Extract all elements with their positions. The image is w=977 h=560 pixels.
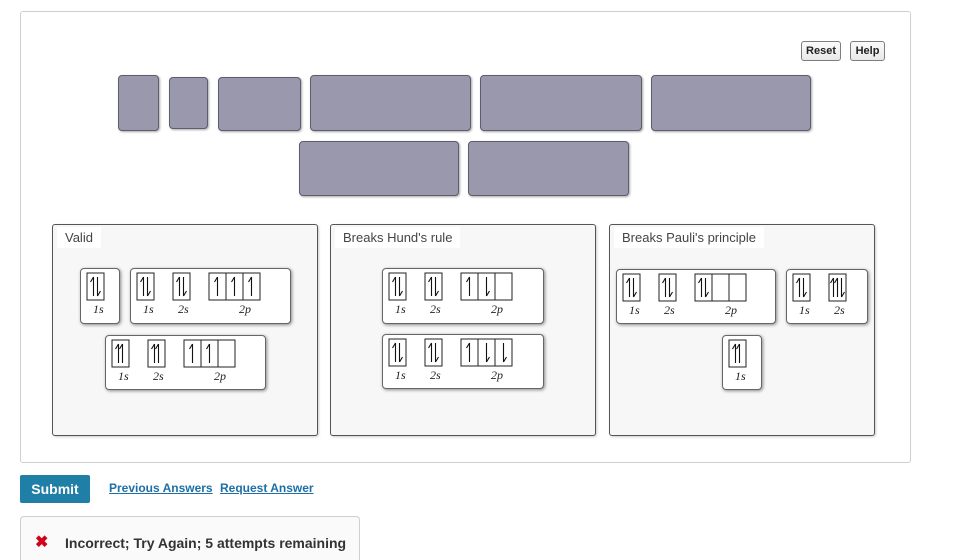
- feedback-message: Incorrect; Try Again; 5 attempts remaini…: [65, 535, 347, 551]
- config-card[interactable]: 1s 2s 2p: [130, 268, 291, 324]
- request-answer-link[interactable]: Request Answer: [220, 481, 314, 495]
- orbital-label-1s: 1s: [93, 302, 104, 316]
- bin-label: Valid: [57, 227, 101, 248]
- reset-button[interactable]: Reset: [801, 41, 841, 61]
- orbital-diagram: [388, 338, 513, 367]
- config-card[interactable]: 1s 2s 2p: [382, 334, 544, 389]
- orbital-label-2p: 2p: [214, 369, 226, 383]
- config-card[interactable]: 1s 2s 2p: [382, 268, 544, 324]
- orbital-label-1s: 1s: [395, 302, 406, 316]
- orbital-label-1s: 1s: [118, 369, 129, 383]
- orbital-label-2s: 2s: [178, 302, 189, 316]
- answer-slot-3[interactable]: [218, 77, 301, 131]
- incorrect-x-icon: ✖: [35, 534, 49, 551]
- orbital-diagram: [111, 339, 236, 368]
- orbital-label-1s: 1s: [395, 368, 406, 382]
- orbital-label-2p: 2p: [239, 302, 251, 316]
- orbital-label-1s: 1s: [143, 302, 154, 316]
- orbital-diagram: [622, 273, 747, 302]
- orbital-label-1s: 1s: [735, 369, 746, 383]
- orbital-label-2s: 2s: [153, 369, 164, 383]
- answer-slot-1[interactable]: [118, 75, 159, 131]
- orbital-label-2s: 2s: [430, 368, 441, 382]
- config-card[interactable]: 1s: [722, 335, 762, 390]
- answer-slot-4[interactable]: [310, 75, 471, 131]
- orbital-label-2s: 2s: [664, 303, 675, 317]
- answer-slot-6[interactable]: [651, 75, 811, 131]
- answer-slot-2[interactable]: [169, 77, 208, 129]
- orbital-label-2p: 2p: [725, 303, 737, 317]
- bin-breaks-paulis-principle[interactable]: Breaks Pauli's principle: [609, 224, 875, 436]
- orbital-label-2p: 2p: [491, 302, 503, 316]
- config-card[interactable]: 1s 2s 2p: [105, 335, 266, 390]
- orbital-label-2s: 2s: [834, 303, 845, 317]
- bin-valid[interactable]: Valid: [52, 224, 318, 436]
- answer-slot-7[interactable]: [299, 141, 459, 196]
- answer-slot-8[interactable]: [468, 141, 629, 196]
- bin-label: Breaks Pauli's principle: [614, 227, 764, 248]
- previous-answers-link[interactable]: Previous Answers: [109, 481, 213, 495]
- orbital-label-2s: 2s: [430, 302, 441, 316]
- answer-slot-5[interactable]: [480, 75, 642, 131]
- orbital-label-2p: 2p: [491, 368, 503, 382]
- config-card[interactable]: 1s: [80, 268, 120, 324]
- bin-breaks-hunds-rule[interactable]: Breaks Hund's rule: [330, 224, 596, 436]
- orbital-diagram: [136, 272, 261, 301]
- config-card[interactable]: 1s 2s 2p: [616, 269, 776, 324]
- submit-button[interactable]: Submit: [20, 475, 90, 503]
- orbital-label-1s: 1s: [799, 303, 810, 317]
- feedback-box: ✖ Incorrect; Try Again; 5 attempts remai…: [20, 516, 360, 560]
- config-card[interactable]: 1s 2s: [786, 269, 868, 324]
- bin-label: Breaks Hund's rule: [335, 227, 461, 248]
- help-button[interactable]: Help: [850, 41, 885, 61]
- orbital-diagram: [388, 272, 513, 301]
- orbital-label-1s: 1s: [629, 303, 640, 317]
